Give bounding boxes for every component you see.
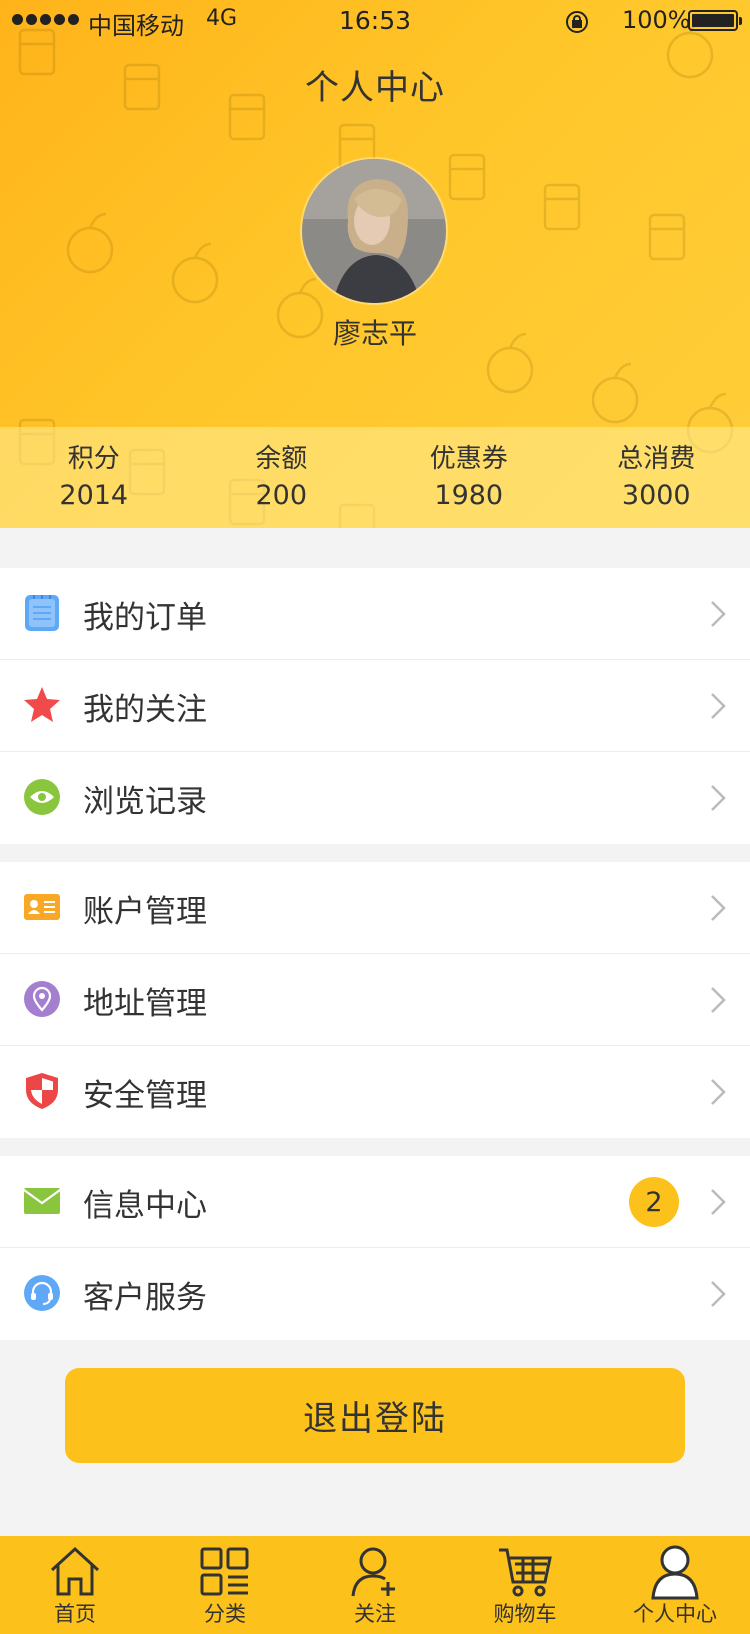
menu-item-security-management[interactable]: 安全管理: [0, 1046, 750, 1138]
tab-label: 个人中心: [633, 1602, 717, 1626]
stat-label: 总消费: [617, 443, 696, 474]
mail-icon: [23, 1188, 61, 1214]
menu-item-customer-service[interactable]: 客户服务: [0, 1248, 750, 1340]
bottom-tab-bar: 首页 分类 关注 购物车 个人中心: [0, 1536, 750, 1634]
page-title: 个人中心: [305, 68, 445, 108]
tab-label: 购物车: [493, 1602, 557, 1626]
tab-home[interactable]: 首页: [0, 1536, 150, 1634]
battery-percent: 100%: [622, 6, 691, 34]
status-bar: 中国移动 4G 16:53 100%: [0, 0, 750, 40]
chevron-right-icon: [711, 693, 726, 719]
chevron-right-icon: [711, 601, 726, 627]
menu-item-label: 地址管理: [83, 986, 207, 1022]
chevron-right-icon: [711, 785, 726, 811]
add-user-icon: [351, 1547, 395, 1597]
stat-points[interactable]: 积分 2014: [0, 427, 188, 528]
logout-button[interactable]: 退出登陆: [65, 1368, 685, 1463]
menu-item-account-management[interactable]: 账户管理: [0, 862, 750, 954]
tab-profile[interactable]: 个人中心: [600, 1536, 750, 1634]
menu-item-my-follows[interactable]: 我的关注: [0, 660, 750, 752]
star-icon: [24, 687, 60, 722]
menu-item-browse-history[interactable]: 浏览记录: [0, 752, 750, 844]
avatar-image: [302, 159, 446, 303]
chevron-right-icon: [711, 987, 726, 1013]
menu-item-label: 安全管理: [83, 1078, 207, 1114]
stat-value: 2014: [59, 479, 129, 511]
home-icon: [50, 1546, 100, 1596]
rotation-lock-icon: [566, 11, 588, 33]
stats-bar: 积分 2014 余额 200 优惠券 1980 总消费 3000: [0, 427, 750, 528]
shield-icon: [26, 1073, 58, 1109]
menu-group-orders: 我的订单 我的关注 浏览记录: [0, 568, 750, 844]
tab-follow[interactable]: 关注: [300, 1536, 450, 1634]
menu-item-label: 浏览记录: [83, 784, 207, 820]
menu-item-label: 我的订单: [83, 600, 207, 636]
tab-label: 分类: [204, 1602, 246, 1626]
avatar[interactable]: [300, 157, 448, 305]
stat-label: 积分: [67, 443, 120, 474]
tab-cart[interactable]: 购物车: [450, 1536, 600, 1634]
chevron-right-icon: [711, 895, 726, 921]
id-card-icon: [24, 894, 60, 920]
chevron-right-icon: [711, 1079, 726, 1105]
tab-label: 关注: [354, 1602, 396, 1626]
stat-total-spent[interactable]: 总消费 3000: [563, 427, 750, 528]
menu-item-message-center[interactable]: 信息中心 2: [0, 1156, 750, 1248]
eye-icon: [24, 779, 60, 815]
headset-icon: [24, 1275, 60, 1311]
stat-value: 1980: [434, 479, 504, 511]
stat-balance[interactable]: 余额 200: [188, 427, 376, 528]
menu-item-label: 信息中心: [83, 1188, 207, 1224]
stat-label: 优惠券: [429, 443, 508, 474]
unread-count-badge: 2: [629, 1177, 679, 1227]
stat-coupons[interactable]: 优惠券 1980: [375, 427, 563, 528]
menu-item-address-management[interactable]: 地址管理: [0, 954, 750, 1046]
menu-item-label: 账户管理: [83, 894, 207, 930]
tab-label: 首页: [54, 1602, 96, 1626]
stat-label: 余额: [255, 443, 308, 474]
profile-header: 中国移动 4G 16:53 100% 个人中心 廖志平 积分 2014 余额 2…: [0, 0, 750, 528]
category-grid-icon: [200, 1547, 249, 1596]
chevron-right-icon: [711, 1281, 726, 1307]
tab-category[interactable]: 分类: [150, 1536, 300, 1634]
battery-icon: [688, 10, 742, 31]
orders-icon: [25, 595, 59, 631]
menu-item-label: 我的关注: [83, 692, 207, 728]
stat-value: 3000: [621, 479, 691, 511]
menu-group-messages: 信息中心 2 客户服务: [0, 1156, 750, 1340]
cart-icon: [499, 1548, 552, 1597]
username: 廖志平: [332, 317, 417, 350]
menu-group-management: 账户管理 地址管理 安全管理: [0, 862, 750, 1138]
menu-item-my-orders[interactable]: 我的订单: [0, 568, 750, 660]
menu-item-label: 客户服务: [83, 1280, 207, 1316]
chevron-right-icon: [711, 1189, 726, 1215]
stat-value: 200: [255, 479, 308, 511]
profile-icon: [651, 1545, 699, 1600]
location-pin-icon: [24, 981, 60, 1017]
